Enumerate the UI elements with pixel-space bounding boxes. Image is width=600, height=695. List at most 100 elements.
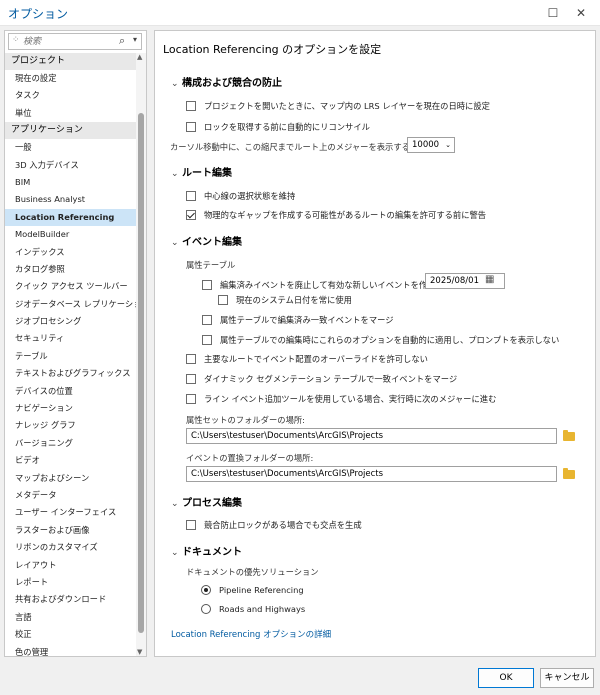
category-item[interactable]: レイアウト bbox=[5, 557, 136, 574]
checkbox[interactable] bbox=[186, 354, 196, 364]
cancel-button[interactable]: キャンセル bbox=[540, 668, 594, 688]
radio-button[interactable] bbox=[201, 585, 211, 595]
checkbox-use-today[interactable]: 現在のシステム日付を常に使用 bbox=[218, 293, 352, 307]
category-item[interactable]: 現在の設定 bbox=[5, 70, 136, 87]
category-item[interactable]: テーブル bbox=[5, 348, 136, 365]
replace-folder-label: イベントの置換フォルダーの場所: bbox=[186, 453, 314, 463]
chevron-down-icon: ⌄ bbox=[171, 548, 179, 558]
attr-folder-path-input[interactable]: C:\Users\testuser\Documents\ArcGIS\Proje… bbox=[186, 428, 557, 444]
window-title: オプション bbox=[8, 7, 69, 21]
category-item[interactable]: バージョニング bbox=[5, 435, 136, 452]
category-item[interactable]: 単位 bbox=[5, 105, 136, 122]
category-item[interactable]: ModelBuilder bbox=[5, 226, 136, 243]
page-title: Location Referencing のオプションを設定 bbox=[163, 43, 382, 56]
category-item[interactable]: ビデオ bbox=[5, 452, 136, 469]
category-item[interactable]: ジオプロセシング bbox=[5, 313, 136, 330]
options-panel: Location Referencing のオプションを設定 ⌄ 構成および競合の… bbox=[154, 30, 596, 657]
chevron-down-icon: ⌄ bbox=[445, 141, 451, 149]
chevron-down-icon: ⌄ bbox=[171, 79, 179, 89]
checkbox[interactable] bbox=[186, 122, 196, 132]
category-item[interactable]: デバイスの位置 bbox=[5, 383, 136, 400]
checkbox[interactable] bbox=[186, 394, 196, 404]
search-input[interactable] bbox=[23, 35, 113, 48]
replace-folder-path-input[interactable]: C:\Users\testuser\Documents\ArcGIS\Proje… bbox=[186, 466, 557, 482]
checkbox[interactable] bbox=[202, 335, 212, 345]
calendar-icon[interactable]: ▦ bbox=[485, 274, 494, 285]
category-item[interactable]: クイック アクセス ツールバー bbox=[5, 278, 136, 295]
chevron-down-icon: ⌄ bbox=[171, 238, 179, 248]
category-header: アプリケーション bbox=[5, 122, 136, 140]
category-item[interactable]: Location Referencing bbox=[5, 208, 136, 227]
details-link[interactable]: Location Referencing オプションの詳細 bbox=[171, 628, 331, 640]
attr-folder-label: 属性セットのフォルダーの場所: bbox=[186, 415, 305, 425]
checkbox-no-override[interactable]: 主要なルートでイベント配置のオーバーライドを許可しない bbox=[186, 352, 428, 366]
category-item[interactable]: ジオデータベース レプリケーション bbox=[5, 296, 136, 313]
checkbox-auto-apply[interactable]: 属性テーブルでの編集時にこれらのオプションを自動的に適用し、プロンプトを表示しな… bbox=[202, 333, 559, 347]
category-item[interactable]: メタデータ bbox=[5, 487, 136, 504]
scale-select[interactable]: 10000 ⌄ bbox=[407, 137, 455, 153]
radio-roads-and-highways[interactable]: Roads and Highways bbox=[201, 602, 305, 616]
category-item[interactable]: BIM bbox=[5, 174, 136, 191]
checkbox-line-tool-advance[interactable]: ライン イベント追加ツールを使用している場合、実行時に次のメジャーに進む bbox=[186, 392, 496, 406]
checkbox-retire-event[interactable]: 編集済みイベントを廃止して有効な新しいイベントを作成 bbox=[202, 278, 435, 292]
checkbox-set-lrs-time[interactable]: プロジェクトを開いたときに、マップ内の LRS レイヤーを現在の日時に設定 bbox=[186, 99, 490, 113]
title-bar: オプション ☐ ✕ bbox=[0, 0, 600, 26]
category-item[interactable]: インデックス bbox=[5, 244, 136, 261]
scrollbar[interactable]: ▲ ▼ bbox=[136, 53, 146, 656]
checkbox[interactable] bbox=[202, 315, 212, 325]
checkbox[interactable] bbox=[186, 101, 196, 111]
section-conflict-header[interactable]: ⌄ 構成および競合の防止 bbox=[171, 74, 282, 89]
checkbox-generate-intersections[interactable]: 競合防止ロックがある場合でも交点を生成 bbox=[186, 518, 362, 532]
category-item[interactable]: Business Analyst bbox=[5, 191, 136, 208]
checkbox[interactable] bbox=[186, 374, 196, 384]
category-item[interactable]: 校正 bbox=[5, 626, 136, 643]
checkbox[interactable] bbox=[186, 191, 196, 201]
category-item[interactable]: セキュリティ bbox=[5, 330, 136, 347]
scroll-thumb[interactable] bbox=[138, 113, 144, 633]
checkbox-dynseg-merge[interactable]: ダイナミック セグメンテーション テーブルで一致イベントをマージ bbox=[186, 372, 457, 386]
category-list: プロジェクト 現在の設定 タスク 単位 アプリケーション 一般 3D 入力デバイス BIM Bu… bbox=[5, 53, 136, 657]
chevron-down-icon[interactable]: ▾ bbox=[133, 35, 137, 44]
search-box[interactable]: ⁘ ⌕ ▾ bbox=[8, 33, 142, 50]
checkbox[interactable] bbox=[186, 520, 196, 530]
preferred-solution-label: ドキュメントの優先ソリューション bbox=[186, 567, 319, 577]
category-item[interactable]: 一般 bbox=[5, 139, 136, 156]
checkbox[interactable] bbox=[202, 280, 212, 290]
checkbox-keep-centerline[interactable]: 中心線の選択状態を維持 bbox=[186, 189, 295, 203]
ok-button[interactable]: OK bbox=[478, 668, 534, 688]
section-route-header[interactable]: ⌄ ルート編集 bbox=[171, 164, 232, 179]
category-item[interactable]: 共有およびダウンロード bbox=[5, 591, 136, 608]
category-item[interactable]: タスク bbox=[5, 87, 136, 104]
section-event-header[interactable]: ⌄ イベント編集 bbox=[171, 233, 242, 248]
checkbox[interactable] bbox=[218, 295, 228, 305]
checkbox-merge-events[interactable]: 属性テーブルで編集済み一致イベントをマージ bbox=[202, 313, 394, 327]
category-item[interactable]: ユーザー インターフェイス bbox=[5, 504, 136, 521]
scroll-up-icon[interactable]: ▲ bbox=[137, 53, 142, 61]
section-process-header[interactable]: ⌄ プロセス編集 bbox=[171, 494, 242, 509]
checkbox[interactable] bbox=[186, 210, 196, 220]
close-icon[interactable]: ✕ bbox=[570, 3, 592, 23]
category-item[interactable]: リボンのカスタマイズ bbox=[5, 539, 136, 556]
category-item[interactable]: 色の管理 bbox=[5, 644, 136, 657]
checkbox-warn-gap[interactable]: 物理的なギャップを作成する可能性があるルートの編集を許可する前に警告 bbox=[186, 208, 486, 222]
maximize-icon[interactable]: ☐ bbox=[542, 3, 564, 23]
radio-pipeline-referencing[interactable]: Pipeline Referencing bbox=[201, 583, 304, 597]
category-item[interactable]: マップおよびシーン bbox=[5, 470, 136, 487]
category-item[interactable]: ラスターおよび画像 bbox=[5, 522, 136, 539]
section-document-header[interactable]: ⌄ ドキュメント bbox=[171, 543, 242, 558]
scroll-down-icon[interactable]: ▼ bbox=[137, 648, 142, 656]
category-item[interactable]: テキストおよびグラフィックス bbox=[5, 365, 136, 382]
category-item[interactable]: カタログ参照 bbox=[5, 261, 136, 278]
scale-label: カーソル移動中に、この縮尺までルート上のメジャーを表示する bbox=[170, 142, 410, 152]
folder-icon[interactable] bbox=[563, 468, 575, 479]
radio-button[interactable] bbox=[201, 604, 211, 614]
category-item[interactable]: 言語 bbox=[5, 609, 136, 626]
category-item[interactable]: レポート bbox=[5, 574, 136, 591]
dots-icon: ⁘ bbox=[12, 35, 20, 45]
checkbox-auto-reconcile[interactable]: ロックを取得する前に自動的にリコンサイル bbox=[186, 120, 370, 134]
category-item[interactable]: ナレッジ グラフ bbox=[5, 417, 136, 434]
search-icon[interactable]: ⌕ bbox=[119, 34, 125, 48]
category-item[interactable]: 3D 入力デバイス bbox=[5, 157, 136, 174]
folder-icon[interactable] bbox=[563, 430, 575, 441]
category-item[interactable]: ナビゲーション bbox=[5, 400, 136, 417]
